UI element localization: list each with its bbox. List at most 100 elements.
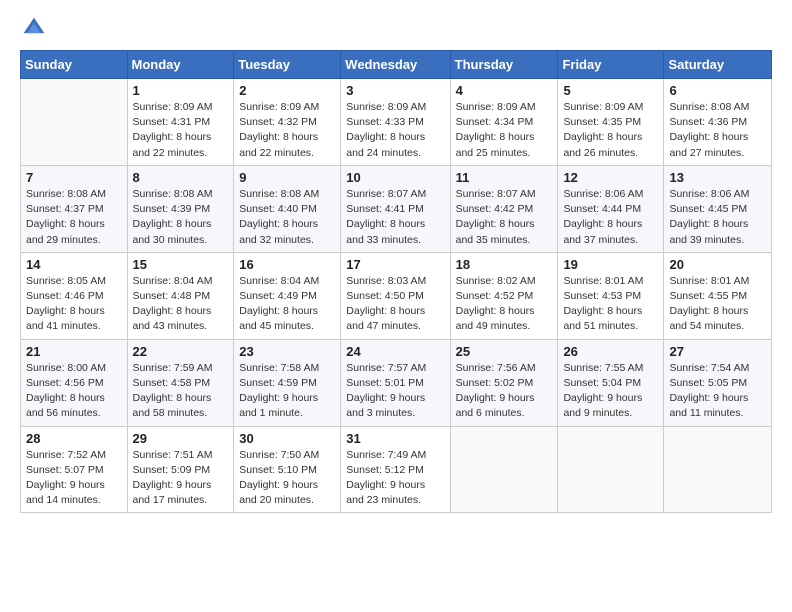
day-info: Sunrise: 7:49 AM Sunset: 5:12 PM Dayligh… <box>346 448 444 509</box>
calendar-table: SundayMondayTuesdayWednesdayThursdayFrid… <box>20 50 772 513</box>
day-number: 15 <box>133 257 229 272</box>
day-info: Sunrise: 8:03 AM Sunset: 4:50 PM Dayligh… <box>346 274 444 335</box>
day-info: Sunrise: 8:04 AM Sunset: 4:48 PM Dayligh… <box>133 274 229 335</box>
day-number: 19 <box>563 257 658 272</box>
day-info: Sunrise: 8:07 AM Sunset: 4:41 PM Dayligh… <box>346 187 444 248</box>
day-info: Sunrise: 7:58 AM Sunset: 4:59 PM Dayligh… <box>239 361 335 422</box>
calendar-cell: 5Sunrise: 8:09 AM Sunset: 4:35 PM Daylig… <box>558 79 664 166</box>
calendar-cell <box>450 426 558 513</box>
day-info: Sunrise: 7:51 AM Sunset: 5:09 PM Dayligh… <box>133 448 229 509</box>
day-number: 25 <box>456 344 553 359</box>
calendar-cell: 11 Sunrise: 8:07 AM Sunset: 4:42 PM Dayli… <box>450 165 558 252</box>
logo <box>20 16 46 40</box>
calendar-cell: 2Sunrise: 8:09 AM Sunset: 4:32 PM Daylig… <box>234 79 341 166</box>
calendar-weekday-friday: Friday <box>558 51 664 79</box>
day-info: Sunrise: 8:08 AM Sunset: 4:37 PM Dayligh… <box>26 187 122 248</box>
calendar-cell <box>21 79 128 166</box>
calendar-cell: 24Sunrise: 7:57 AM Sunset: 5:01 PM Dayli… <box>341 339 450 426</box>
calendar-weekday-thursday: Thursday <box>450 51 558 79</box>
calendar-cell: 9 Sunrise: 8:08 AM Sunset: 4:40 PM Daylig… <box>234 165 341 252</box>
day-number: 16 <box>239 257 335 272</box>
day-info: Sunrise: 8:00 AM Sunset: 4:56 PM Dayligh… <box>26 361 122 422</box>
calendar-weekday-saturday: Saturday <box>664 51 772 79</box>
calendar-cell: 15 Sunrise: 8:04 AM Sunset: 4:48 PM Dayli… <box>127 252 234 339</box>
day-info: Sunrise: 8:01 AM Sunset: 4:55 PM Dayligh… <box>669 274 766 335</box>
calendar-cell: 26 Sunrise: 7:55 AM Sunset: 5:04 PM Dayli… <box>558 339 664 426</box>
calendar-week-1: 1 Sunrise: 8:09 AM Sunset: 4:31 PM Daylig… <box>21 79 772 166</box>
day-info: Sunrise: 8:04 AM Sunset: 4:49 PM Dayligh… <box>239 274 335 335</box>
day-number: 2 <box>239 83 335 98</box>
calendar-cell: 18Sunrise: 8:02 AM Sunset: 4:52 PM Dayli… <box>450 252 558 339</box>
day-info: Sunrise: 8:08 AM Sunset: 4:40 PM Dayligh… <box>239 187 335 248</box>
day-info: Sunrise: 8:06 AM Sunset: 4:45 PM Dayligh… <box>669 187 766 248</box>
day-number: 11 <box>456 170 553 185</box>
calendar-cell: 14 Sunrise: 8:05 AM Sunset: 4:46 PM Dayli… <box>21 252 128 339</box>
day-info: Sunrise: 8:06 AM Sunset: 4:44 PM Dayligh… <box>563 187 658 248</box>
day-info: Sunrise: 8:01 AM Sunset: 4:53 PM Dayligh… <box>563 274 658 335</box>
day-number: 9 <box>239 170 335 185</box>
day-number: 23 <box>239 344 335 359</box>
calendar-cell: 28Sunrise: 7:52 AM Sunset: 5:07 PM Dayli… <box>21 426 128 513</box>
day-info: Sunrise: 7:57 AM Sunset: 5:01 PM Dayligh… <box>346 361 444 422</box>
day-info: Sunrise: 8:05 AM Sunset: 4:46 PM Dayligh… <box>26 274 122 335</box>
calendar-cell: 12 Sunrise: 8:06 AM Sunset: 4:44 PM Dayli… <box>558 165 664 252</box>
calendar-weekday-monday: Monday <box>127 51 234 79</box>
day-number: 27 <box>669 344 766 359</box>
day-number: 13 <box>669 170 766 185</box>
day-number: 31 <box>346 431 444 446</box>
calendar-cell: 20 Sunrise: 8:01 AM Sunset: 4:55 PM Dayli… <box>664 252 772 339</box>
calendar-week-2: 7 Sunrise: 8:08 AM Sunset: 4:37 PM Daylig… <box>21 165 772 252</box>
calendar-cell: 4 Sunrise: 8:09 AM Sunset: 4:34 PM Daylig… <box>450 79 558 166</box>
calendar-cell: 16 Sunrise: 8:04 AM Sunset: 4:49 PM Dayli… <box>234 252 341 339</box>
day-number: 26 <box>563 344 658 359</box>
day-number: 14 <box>26 257 122 272</box>
calendar-cell: 7 Sunrise: 8:08 AM Sunset: 4:37 PM Daylig… <box>21 165 128 252</box>
day-info: Sunrise: 8:09 AM Sunset: 4:33 PM Dayligh… <box>346 100 444 161</box>
calendar-weekday-tuesday: Tuesday <box>234 51 341 79</box>
calendar-cell: 10Sunrise: 8:07 AM Sunset: 4:41 PM Dayli… <box>341 165 450 252</box>
calendar-week-5: 28Sunrise: 7:52 AM Sunset: 5:07 PM Dayli… <box>21 426 772 513</box>
day-number: 28 <box>26 431 122 446</box>
day-number: 22 <box>133 344 229 359</box>
calendar-cell: 17Sunrise: 8:03 AM Sunset: 4:50 PM Dayli… <box>341 252 450 339</box>
calendar-cell: 25 Sunrise: 7:56 AM Sunset: 5:02 PM Dayli… <box>450 339 558 426</box>
calendar-cell: 22 Sunrise: 7:59 AM Sunset: 4:58 PM Dayli… <box>127 339 234 426</box>
day-number: 7 <box>26 170 122 185</box>
calendar-weekday-sunday: Sunday <box>21 51 128 79</box>
day-number: 3 <box>346 83 444 98</box>
calendar-cell: 30Sunrise: 7:50 AM Sunset: 5:10 PM Dayli… <box>234 426 341 513</box>
calendar-cell: 29Sunrise: 7:51 AM Sunset: 5:09 PM Dayli… <box>127 426 234 513</box>
calendar-cell <box>664 426 772 513</box>
calendar-cell: 1 Sunrise: 8:09 AM Sunset: 4:31 PM Daylig… <box>127 79 234 166</box>
day-info: Sunrise: 8:02 AM Sunset: 4:52 PM Dayligh… <box>456 274 553 335</box>
day-info: Sunrise: 8:08 AM Sunset: 4:39 PM Dayligh… <box>133 187 229 248</box>
calendar-cell: 23 Sunrise: 7:58 AM Sunset: 4:59 PM Dayli… <box>234 339 341 426</box>
day-number: 6 <box>669 83 766 98</box>
calendar-cell: 21Sunrise: 8:00 AM Sunset: 4:56 PM Dayli… <box>21 339 128 426</box>
calendar-cell <box>558 426 664 513</box>
day-number: 8 <box>133 170 229 185</box>
calendar-cell: 6 Sunrise: 8:08 AM Sunset: 4:36 PM Daylig… <box>664 79 772 166</box>
day-info: Sunrise: 7:50 AM Sunset: 5:10 PM Dayligh… <box>239 448 335 509</box>
header <box>20 16 772 40</box>
day-info: Sunrise: 7:56 AM Sunset: 5:02 PM Dayligh… <box>456 361 553 422</box>
day-number: 4 <box>456 83 553 98</box>
day-number: 20 <box>669 257 766 272</box>
calendar-header-row: SundayMondayTuesdayWednesdayThursdayFrid… <box>21 51 772 79</box>
day-info: Sunrise: 7:55 AM Sunset: 5:04 PM Dayligh… <box>563 361 658 422</box>
day-info: Sunrise: 8:07 AM Sunset: 4:42 PM Dayligh… <box>456 187 553 248</box>
day-number: 1 <box>133 83 229 98</box>
calendar-week-4: 21Sunrise: 8:00 AM Sunset: 4:56 PM Dayli… <box>21 339 772 426</box>
calendar-cell: 8 Sunrise: 8:08 AM Sunset: 4:39 PM Daylig… <box>127 165 234 252</box>
calendar-weekday-wednesday: Wednesday <box>341 51 450 79</box>
day-info: Sunrise: 8:09 AM Sunset: 4:34 PM Dayligh… <box>456 100 553 161</box>
day-number: 12 <box>563 170 658 185</box>
day-info: Sunrise: 8:09 AM Sunset: 4:31 PM Dayligh… <box>133 100 229 161</box>
logo-icon <box>22 16 46 40</box>
calendar-cell: 3 Sunrise: 8:09 AM Sunset: 4:33 PM Daylig… <box>341 79 450 166</box>
day-number: 5 <box>563 83 658 98</box>
calendar-week-3: 14 Sunrise: 8:05 AM Sunset: 4:46 PM Dayli… <box>21 252 772 339</box>
day-info: Sunrise: 7:54 AM Sunset: 5:05 PM Dayligh… <box>669 361 766 422</box>
day-info: Sunrise: 8:08 AM Sunset: 4:36 PM Dayligh… <box>669 100 766 161</box>
day-info: Sunrise: 7:59 AM Sunset: 4:58 PM Dayligh… <box>133 361 229 422</box>
